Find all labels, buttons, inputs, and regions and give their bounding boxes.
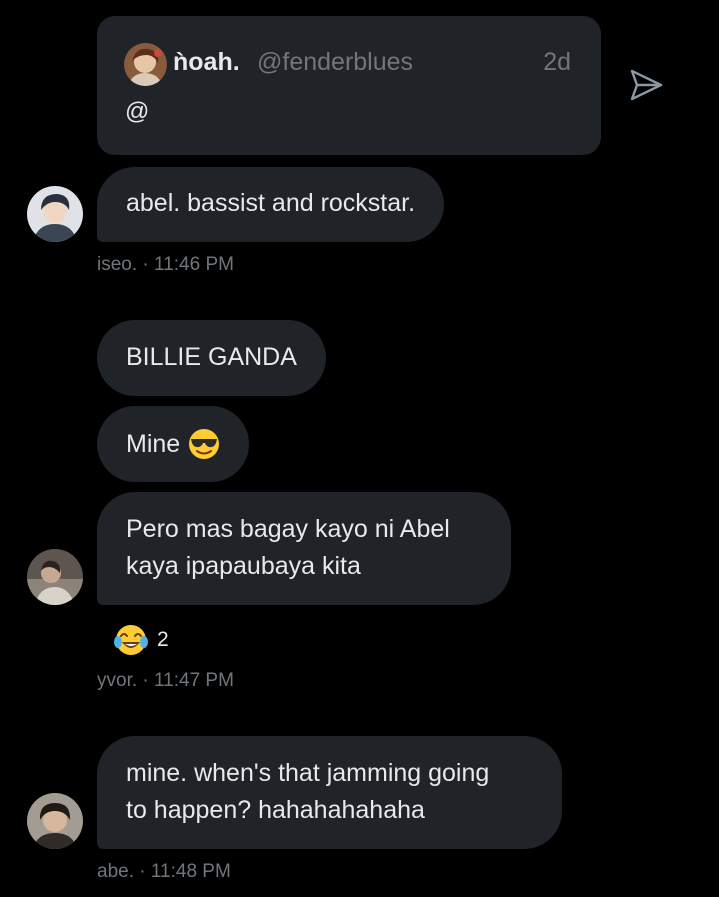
message-meta-3: abe. · 11:48 PM xyxy=(97,861,231,883)
quoted-tweet-name[interactable]: ǹoah. xyxy=(173,48,240,77)
message-text-line-1: Pero mas bagay kayo ni Abel xyxy=(126,515,450,543)
message-text: BILLIE GANDA xyxy=(126,343,297,371)
meta-separator: · xyxy=(142,254,149,275)
message-bubble-1[interactable]: abel. bassist and rockstar. xyxy=(97,167,445,242)
message-bubble-3[interactable]: Mine xyxy=(97,406,250,482)
message-meta-1: iseo. · 11:46 PM xyxy=(97,254,234,276)
message-bubble-5[interactable]: mine. when's that jamming going to happe… xyxy=(97,736,562,849)
message-time: 11:46 PM xyxy=(154,254,234,275)
meta-separator: · xyxy=(139,861,146,882)
quoted-tweet-avatar[interactable] xyxy=(124,43,167,86)
message-bubble-2[interactable]: BILLIE GANDA xyxy=(97,320,326,396)
message-text: Mine xyxy=(126,429,181,458)
message-text-line-1: mine. when's that jamming going xyxy=(126,759,490,787)
send-icon[interactable] xyxy=(628,67,664,103)
sender-name[interactable]: abe. xyxy=(97,861,134,882)
message-meta-2: yvor. · 11:47 PM xyxy=(97,670,234,692)
smiling-face-with-sunglasses-icon xyxy=(188,428,220,460)
quoted-tweet-handle: @fenderblues xyxy=(257,48,414,76)
avatar-yvor[interactable] xyxy=(27,549,83,605)
reaction-count: 2 xyxy=(157,628,169,651)
quoted-tweet-card[interactable]: ǹoah. @fenderblues 2d @ xyxy=(97,16,601,155)
avatar-iseo[interactable] xyxy=(27,186,83,242)
message-text-line-2: kaya ipapaubaya kita xyxy=(126,552,361,580)
quoted-tweet-time: 2d xyxy=(543,48,571,76)
message-time: 11:47 PM xyxy=(154,670,234,691)
avatar-abe[interactable] xyxy=(27,793,83,849)
sender-name[interactable]: yvor. xyxy=(97,670,137,691)
meta-separator: · xyxy=(142,670,149,691)
face-with-tears-of-joy-icon xyxy=(113,622,149,658)
sender-name[interactable]: iseo. xyxy=(97,254,137,275)
message-text: abel. bassist and rockstar. xyxy=(126,189,416,217)
message-bubble-4[interactable]: Pero mas bagay kayo ni Abel kaya ipapaub… xyxy=(97,492,511,605)
message-reaction[interactable]: 2 xyxy=(113,622,169,658)
message-time: 11:48 PM xyxy=(150,861,231,882)
quoted-tweet-text: @ xyxy=(125,98,150,125)
message-text-line-2: to happen? hahahahahaha xyxy=(126,796,425,824)
